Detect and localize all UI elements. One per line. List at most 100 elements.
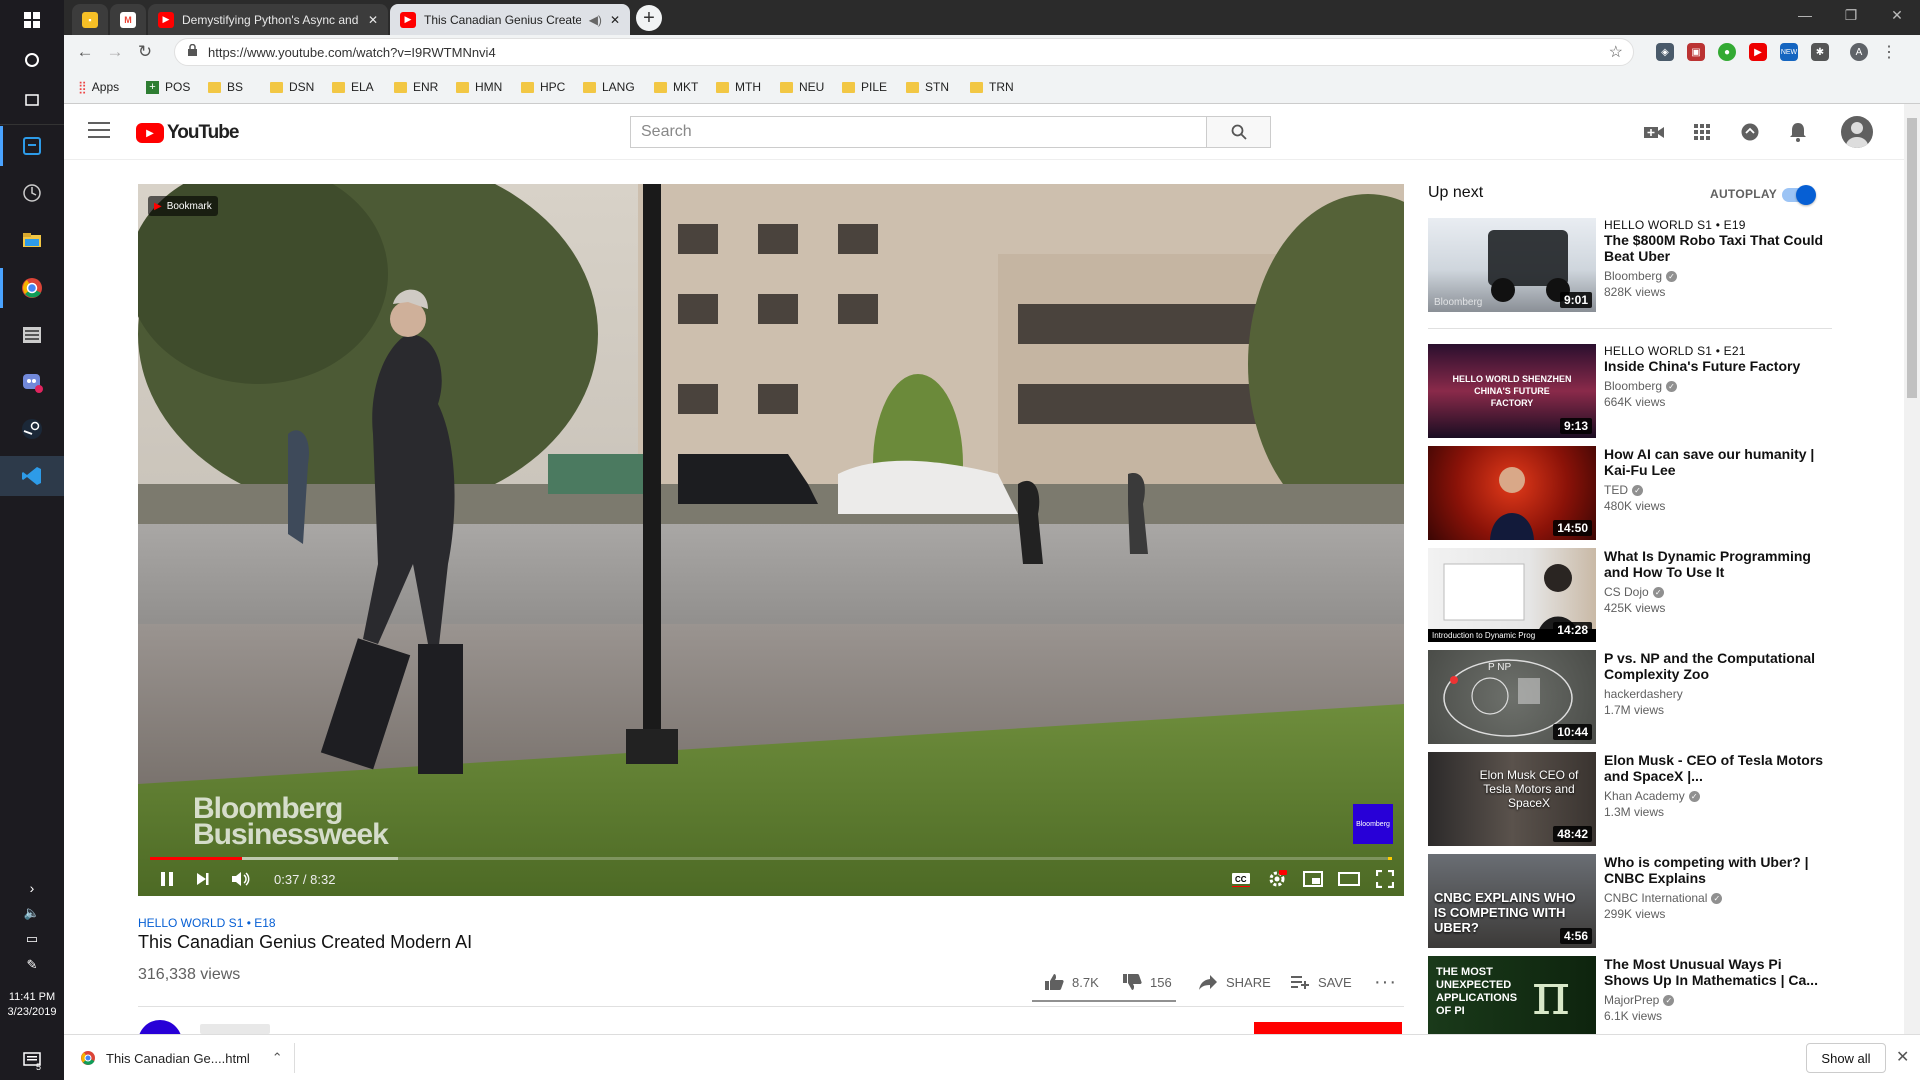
- video-thumbnail[interactable]: Elon Musk CEO of Tesla Motors and SpaceX…: [1428, 752, 1596, 846]
- youtube-logo[interactable]: ▶ YouTube: [136, 122, 239, 144]
- miniplayer-button[interactable]: [1298, 864, 1328, 894]
- more-actions-icon[interactable]: ···: [1374, 970, 1397, 994]
- video-thumbnail[interactable]: Introduction to Dynamic Prog 14:28: [1428, 548, 1596, 642]
- reload-button[interactable]: ↻: [132, 40, 158, 64]
- video-thumbnail[interactable]: THE MOST UNEXPECTED APPLICATIONS OF PI π: [1428, 956, 1596, 1034]
- steam-app-icon[interactable]: [0, 409, 64, 449]
- video-thumbnail[interactable]: P NP 10:44: [1428, 650, 1596, 744]
- video-thumbnail[interactable]: 14:50: [1428, 446, 1596, 540]
- theater-mode-button[interactable]: [1334, 864, 1364, 894]
- subtitles-button[interactable]: CC: [1226, 864, 1256, 894]
- taskbar-date[interactable]: 3/23/2019: [0, 1005, 64, 1020]
- back-button[interactable]: ←: [72, 40, 98, 64]
- pause-button[interactable]: [152, 864, 182, 894]
- download-item[interactable]: This Canadian Ge....html ⌃: [80, 1045, 283, 1071]
- bookmark-folder[interactable]: STN: [906, 78, 949, 96]
- channel-name[interactable]: [200, 1024, 270, 1034]
- apps-grid-icon[interactable]: [1690, 120, 1714, 144]
- tab-close-icon[interactable]: ✕: [610, 13, 620, 27]
- video-frame[interactable]: [138, 184, 1404, 896]
- next-button[interactable]: [188, 864, 218, 894]
- recommendation-card[interactable]: Elon Musk CEO of Tesla Motors and SpaceX…: [1428, 752, 1838, 846]
- video-title[interactable]: Elon Musk - CEO of Tesla Motors and Spac…: [1604, 752, 1829, 784]
- video-title[interactable]: How AI can save our humanity | Kai-Fu Le…: [1604, 446, 1829, 478]
- tab-keep[interactable]: ▪: [72, 4, 108, 35]
- video-title[interactable]: Who is competing with Uber? | CNBC Expla…: [1604, 854, 1829, 886]
- volume-icon[interactable]: 🔈: [0, 900, 64, 926]
- settings-extension-icon[interactable]: ✱: [1811, 43, 1829, 61]
- minimize-button[interactable]: —: [1782, 0, 1828, 30]
- messages-icon[interactable]: [1738, 120, 1762, 144]
- channel-avatar[interactable]: [138, 1020, 182, 1034]
- pen-icon[interactable]: ✎: [0, 952, 64, 978]
- tab-async-video[interactable]: ▶ Demystifying Python's Async and ✕: [148, 4, 388, 35]
- bookmark-folder[interactable]: HMN: [456, 78, 502, 96]
- network-icon[interactable]: ▭: [0, 926, 64, 952]
- taskbar-time[interactable]: 11:41 PM: [0, 990, 64, 1005]
- video-thumbnail[interactable]: HELLO WORLD SHENZHEN CHINA'S FUTURE FACT…: [1428, 344, 1596, 438]
- bookmark-folder[interactable]: PILE: [842, 78, 887, 96]
- tab-close-icon[interactable]: ✕: [368, 13, 378, 27]
- address-bar[interactable]: https://www.youtube.com/watch?v=I9RWTMNn…: [174, 38, 1634, 66]
- video-title[interactable]: The $800M Robo Taxi That Could Beat Uber: [1604, 232, 1829, 264]
- progress-bar[interactable]: [150, 857, 1392, 860]
- dislike-button[interactable]: 156: [1122, 970, 1172, 994]
- youtube-extension-icon[interactable]: ▶: [1749, 43, 1767, 61]
- edge-app-icon[interactable]: [0, 126, 64, 166]
- page-scrollbar[interactable]: [1904, 104, 1920, 1034]
- clock-app-icon[interactable]: [0, 173, 64, 213]
- forward-button[interactable]: →: [102, 40, 128, 64]
- bookmark-folder[interactable]: ELA: [332, 78, 374, 96]
- search-button[interactable]: [1207, 116, 1271, 148]
- scrollbar-thumb[interactable]: [1907, 118, 1917, 398]
- bookmark-folder[interactable]: TRN: [970, 78, 1014, 96]
- video-title[interactable]: Inside China's Future Factory: [1604, 358, 1829, 374]
- new-tab-button[interactable]: +: [636, 5, 662, 31]
- bloomberg-corner-logo[interactable]: Bloomberg: [1353, 804, 1393, 844]
- tab-current-video[interactable]: ▶ This Canadian Genius Create ◀) ✕: [390, 4, 630, 35]
- show-all-button[interactable]: Show all: [1806, 1043, 1886, 1073]
- recommendation-card[interactable]: THE MOST UNEXPECTED APPLICATIONS OF PI π…: [1428, 956, 1838, 1034]
- recommendation-card[interactable]: Bloomberg 9:01 HELLO WORLD S1 • E19 The …: [1428, 218, 1838, 312]
- windows-start-icon[interactable]: [0, 0, 64, 40]
- recommendation-card[interactable]: HELLO WORLD SHENZHEN CHINA'S FUTURE FACT…: [1428, 344, 1838, 438]
- save-button[interactable]: SAVE: [1290, 970, 1352, 994]
- channel-name[interactable]: TED: [1604, 483, 1628, 497]
- notes-app-icon[interactable]: [0, 315, 64, 355]
- recommendation-card[interactable]: Introduction to Dynamic Prog 14:28 What …: [1428, 548, 1838, 642]
- tab-gmail[interactable]: M: [110, 4, 146, 35]
- green-extension-icon[interactable]: ●: [1718, 43, 1736, 61]
- discord-app-icon[interactable]: [0, 362, 64, 402]
- star-icon[interactable]: ☆: [1609, 42, 1623, 62]
- channel-name[interactable]: hackerdashery: [1604, 687, 1683, 701]
- hamburger-menu-icon[interactable]: [88, 122, 110, 140]
- video-title[interactable]: P vs. NP and the Computational Complexit…: [1604, 650, 1829, 682]
- video-tag[interactable]: HELLO WORLD S1 • E18: [138, 914, 1404, 932]
- subscribe-button[interactable]: [1254, 1022, 1402, 1034]
- share-button[interactable]: SHARE: [1198, 970, 1271, 994]
- bookmark-folder[interactable]: MKT: [654, 78, 698, 96]
- search-input[interactable]: Search: [630, 116, 1207, 148]
- like-button[interactable]: 8.7K: [1044, 970, 1099, 994]
- bookmark-folder[interactable]: BS: [208, 78, 243, 96]
- bookmark-pos[interactable]: + POS: [146, 78, 190, 96]
- chrome-app-icon[interactable]: [0, 268, 64, 308]
- notifications-bell-icon[interactable]: [1786, 120, 1810, 144]
- menu-icon[interactable]: ⋮: [1880, 43, 1898, 61]
- chevron-up-icon[interactable]: ⌃: [272, 1050, 283, 1066]
- url-text[interactable]: https://www.youtube.com/watch?v=I9RWTMNn…: [208, 45, 496, 60]
- channel-name[interactable]: MajorPrep: [1604, 993, 1659, 1007]
- audio-playing-icon[interactable]: ◀): [589, 13, 602, 27]
- user-avatar[interactable]: [1841, 116, 1873, 148]
- file-explorer-icon[interactable]: [0, 220, 64, 260]
- volume-button[interactable]: [226, 864, 256, 894]
- video-title[interactable]: What Is Dynamic Programming and How To U…: [1604, 548, 1829, 580]
- recommendation-card[interactable]: 14:50 How AI can save our humanity | Kai…: [1428, 446, 1838, 540]
- channel-name[interactable]: CS Dojo: [1604, 585, 1649, 599]
- recommendation-card[interactable]: P NP 10:44 P vs. NP and the Computationa…: [1428, 650, 1838, 744]
- bookmark-folder[interactable]: MTH: [716, 78, 761, 96]
- extension-icon[interactable]: ▣: [1687, 43, 1705, 61]
- video-title[interactable]: The Most Unusual Ways Pi Shows Up In Mat…: [1604, 956, 1829, 988]
- video-tag-text[interactable]: HELLO WORLD S1 • E18: [138, 916, 276, 930]
- video-thumbnail[interactable]: CNBC EXPLAINS WHO IS COMPETING WITH UBER…: [1428, 854, 1596, 948]
